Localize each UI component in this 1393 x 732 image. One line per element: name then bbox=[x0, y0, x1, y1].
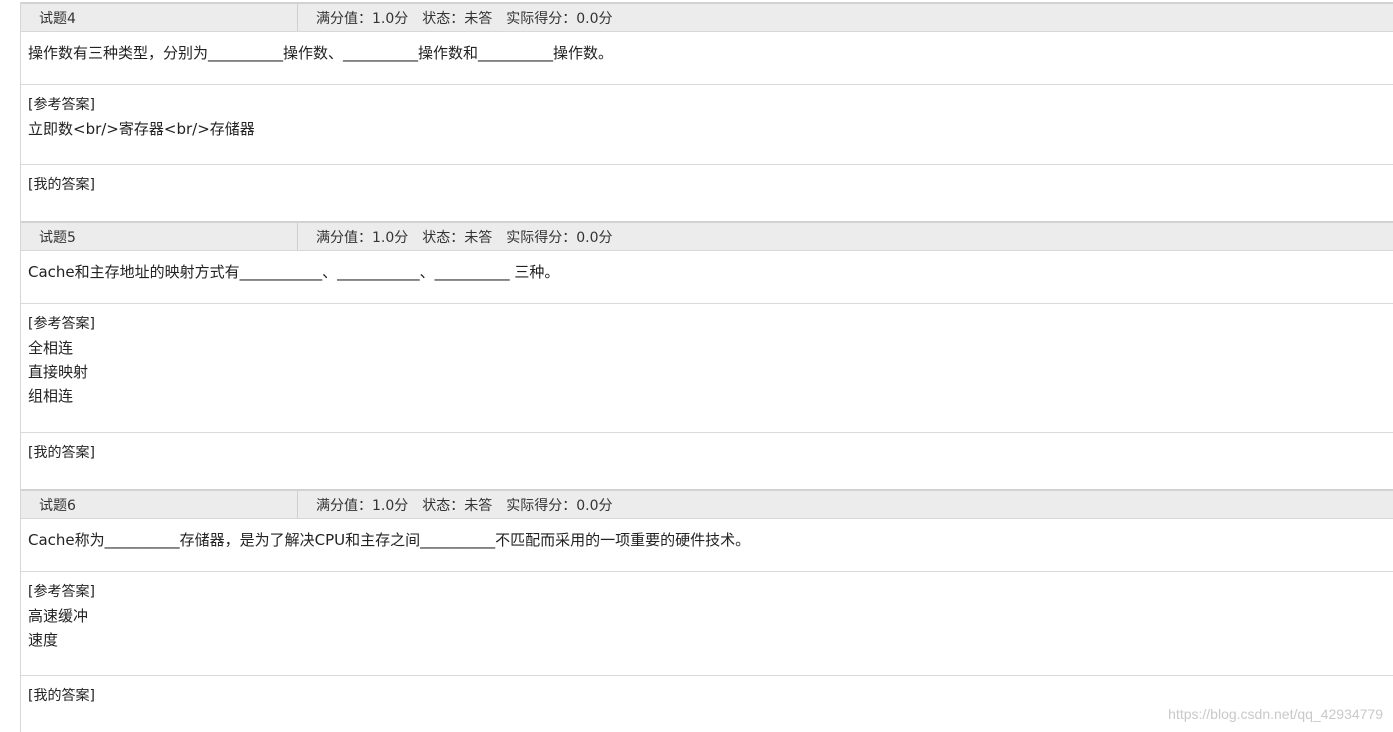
question-stem-text: Cache称为__________存储器，是为了解决CPU和主存之间______… bbox=[28, 531, 751, 549]
question-stem-text: 操作数有三种类型，分别为__________操作数、__________操作数和… bbox=[28, 44, 614, 62]
actual-score: 实际得分：0.0分 bbox=[506, 497, 613, 514]
question-stem-text: Cache和主存地址的映射方式有___________、___________、… bbox=[28, 263, 560, 281]
answer-line: 直接映射 bbox=[28, 363, 89, 381]
answer-line: 高速缓冲 bbox=[28, 607, 89, 625]
question-list: 试题4 满分值：1.0分 状态：未答 实际得分：0.0分 操作数有三种类型，分别… bbox=[20, 2, 1393, 732]
question-header: 试题5 满分值：1.0分 状态：未答 实际得分：0.0分 bbox=[21, 221, 1393, 251]
actual-score: 实际得分：0.0分 bbox=[506, 229, 613, 246]
my-answer: [我的答案] bbox=[21, 676, 1393, 732]
question-meta: 满分值：1.0分 状态：未答 实际得分：0.0分 bbox=[298, 491, 613, 518]
question-header: 试题6 满分值：1.0分 状态：未答 实际得分：0.0分 bbox=[21, 489, 1393, 519]
reference-answer-content: 立即数<br/>寄存器<br/>存储器 bbox=[28, 117, 1393, 141]
reference-answer-content: 高速缓冲 速度 bbox=[28, 604, 1393, 652]
question-stem: Cache和主存地址的映射方式有___________、___________、… bbox=[21, 251, 1393, 304]
reference-answer: [参考答案] 全相连 直接映射 组相连 bbox=[21, 304, 1393, 433]
question-block: 试题5 满分值：1.0分 状态：未答 实际得分：0.0分 Cache和主存地址的… bbox=[21, 221, 1393, 489]
reference-answer: [参考答案] 高速缓冲 速度 bbox=[21, 572, 1393, 676]
status: 状态：未答 bbox=[422, 497, 493, 514]
full-score: 满分值：1.0分 bbox=[316, 10, 409, 27]
answer-line: 速度 bbox=[28, 631, 59, 649]
reference-answer: [参考答案] 立即数<br/>寄存器<br/>存储器 bbox=[21, 85, 1393, 165]
question-block: 试题6 满分值：1.0分 状态：未答 实际得分：0.0分 Cache称为____… bbox=[21, 489, 1393, 732]
question-number: 试题4 bbox=[21, 4, 298, 31]
my-answer-label: [我的答案] bbox=[28, 445, 95, 461]
actual-score: 实际得分：0.0分 bbox=[506, 10, 613, 27]
watermark: https://blog.csdn.net/qq_42934779 bbox=[1168, 706, 1383, 722]
full-score: 满分值：1.0分 bbox=[316, 229, 409, 246]
my-answer: [我的答案] bbox=[21, 165, 1393, 221]
question-number: 试题6 bbox=[21, 491, 298, 518]
my-answer: [我的答案] bbox=[21, 433, 1393, 489]
my-answer-label: [我的答案] bbox=[28, 177, 95, 193]
question-number: 试题5 bbox=[21, 223, 298, 250]
question-meta: 满分值：1.0分 状态：未答 实际得分：0.0分 bbox=[298, 4, 613, 31]
question-block: 试题4 满分值：1.0分 状态：未答 实际得分：0.0分 操作数有三种类型，分别… bbox=[21, 2, 1393, 221]
question-meta: 满分值：1.0分 状态：未答 实际得分：0.0分 bbox=[298, 223, 613, 250]
question-stem: 操作数有三种类型，分别为__________操作数、__________操作数和… bbox=[21, 32, 1393, 85]
answer-line: 立即数<br/>寄存器<br/>存储器 bbox=[28, 120, 255, 138]
full-score: 满分值：1.0分 bbox=[316, 497, 409, 514]
status: 状态：未答 bbox=[422, 10, 493, 27]
reference-answer-label: [参考答案] bbox=[28, 316, 95, 332]
reference-answer-content: 全相连 直接映射 组相连 bbox=[28, 336, 1393, 408]
status: 状态：未答 bbox=[422, 229, 493, 246]
answer-line: 全相连 bbox=[28, 339, 74, 357]
reference-answer-label: [参考答案] bbox=[28, 97, 95, 113]
question-stem: Cache称为__________存储器，是为了解决CPU和主存之间______… bbox=[21, 519, 1393, 572]
reference-answer-label: [参考答案] bbox=[28, 584, 95, 600]
my-answer-label: [我的答案] bbox=[28, 688, 95, 704]
answer-line: 组相连 bbox=[28, 387, 74, 405]
question-header: 试题4 满分值：1.0分 状态：未答 实际得分：0.0分 bbox=[21, 2, 1393, 32]
